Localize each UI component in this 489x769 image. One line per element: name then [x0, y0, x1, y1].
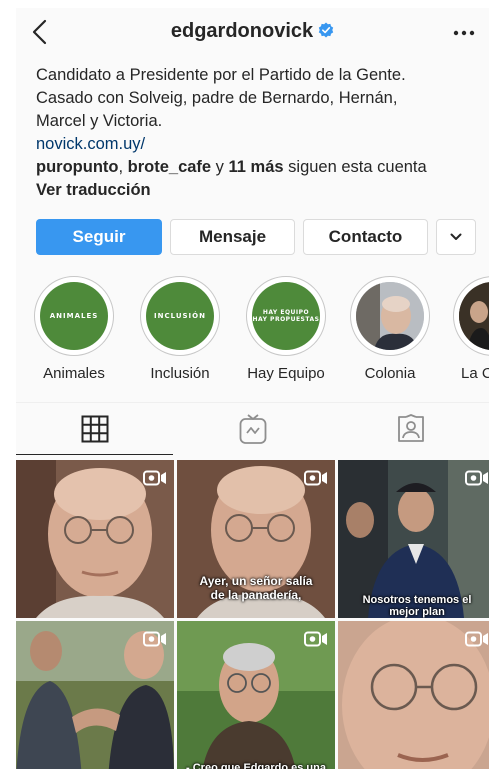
bio-website-link[interactable]: novick.com.uy/ — [36, 133, 481, 156]
highlight-hay-equipo[interactable]: HAY EQUIPO HAY PROPUESTAS Hay Equipo — [244, 276, 328, 382]
follow-button[interactable]: Seguir — [36, 219, 162, 255]
more-dots-icon[interactable] — [453, 20, 475, 46]
highlight-cover-photo — [356, 282, 424, 350]
highlight-la-c[interactable]: La C — [453, 276, 489, 382]
highlight-label: Animales — [43, 365, 105, 382]
highlight-colonia[interactable]: Colonia — [348, 276, 432, 382]
see-translation-label: Ver traducción — [36, 181, 151, 199]
followed-suffix-text: siguen esta cuenta — [283, 158, 427, 176]
profile-screen: edgardonovick Candidato a Presidente por… — [16, 8, 489, 769]
bio-line: Casado con Solveig, padre de Bernardo, H… — [36, 89, 398, 107]
caption-line: Ayer, un señor salía — [199, 574, 313, 588]
username-text: edgardonovick — [170, 20, 314, 42]
post-thumbnail[interactable]: Ayer, un señor salía de la panadería, — [177, 460, 335, 618]
highlight-animales[interactable]: ANIMALES Animales — [32, 276, 116, 382]
video-camera-icon — [304, 631, 327, 647]
caption-line: Nosotros tenemos el — [362, 594, 472, 606]
highlight-label: La C — [461, 365, 489, 382]
verified-badge-icon — [318, 22, 334, 38]
video-camera-icon — [143, 631, 166, 647]
highlight-cover-photo — [459, 282, 489, 350]
video-caption: Nosotros tenemos el mejor plan — [338, 594, 489, 618]
see-translation-link[interactable]: Ver traducción — [36, 179, 481, 202]
highlight-cover: INCLUSIÓN — [146, 282, 214, 350]
highlight-ring — [453, 276, 489, 356]
followed-by-text[interactable]: puropunto, brote_cafe y 11 más siguen es… — [36, 156, 481, 179]
igtv-icon — [239, 414, 266, 444]
video-camera-icon — [465, 470, 488, 486]
profile-username: edgardonovick — [16, 20, 489, 43]
highlight-cover: HAY EQUIPO HAY PROPUESTAS — [252, 282, 320, 350]
profile-actions: Seguir Mensaje Contacto — [36, 219, 481, 255]
cover-text: HAY EQUIPO — [262, 309, 310, 316]
tagged-icon — [397, 414, 424, 442]
chevron-down-icon — [450, 233, 462, 240]
suggestions-button[interactable] — [436, 219, 476, 255]
video-caption: Ayer, un señor salía de la panadería, — [177, 574, 335, 602]
highlight-label: Inclusión — [150, 365, 210, 382]
tab-igtv[interactable] — [174, 403, 331, 455]
caption-line: de la panadería, — [210, 588, 302, 602]
post-thumbnail[interactable]: - Creo que Edgardo es una — [177, 621, 335, 769]
portrait-photo — [356, 282, 424, 350]
post-thumbnail[interactable]: Nosotros tenemos el mejor plan — [338, 460, 489, 618]
follower-name: puropunto — [36, 158, 119, 176]
highlight-cover: ANIMALES — [40, 282, 108, 350]
highlight-inclusion[interactable]: INCLUSIÓN Inclusión — [138, 276, 222, 382]
group-photo — [459, 282, 489, 350]
highlight-label: Colonia — [364, 365, 416, 382]
contact-button[interactable]: Contacto — [303, 219, 428, 255]
highlight-ring: INCLUSIÓN — [140, 276, 220, 356]
top-bar: edgardonovick — [16, 8, 489, 58]
message-button[interactable]: Mensaje — [170, 219, 295, 255]
tab-tagged[interactable] — [332, 403, 489, 455]
video-camera-icon — [143, 470, 166, 486]
highlight-ring: HAY EQUIPO HAY PROPUESTAS — [246, 276, 326, 356]
post-thumbnail[interactable] — [16, 460, 174, 618]
post-thumbnail[interactable] — [16, 621, 174, 769]
grid-icon — [81, 415, 108, 442]
separator-text: , — [118, 158, 128, 176]
bio-line: Candidato a Presidente por el Partido de… — [36, 66, 406, 84]
caption-line: mejor plan — [389, 606, 445, 618]
post-thumbnail[interactable] — [338, 621, 489, 769]
cover-text: ANIMALES — [49, 312, 99, 320]
highlight-label: Hay Equipo — [247, 365, 325, 382]
bio-line: Marcel y Victoria. — [36, 112, 163, 130]
highlight-ring: ANIMALES — [34, 276, 114, 356]
separator-text: y — [211, 158, 229, 176]
cover-text: HAY PROPUESTAS — [252, 316, 320, 323]
profile-bio: Candidato a Presidente por el Partido de… — [36, 64, 481, 202]
video-camera-icon — [465, 631, 488, 647]
profile-tabs — [16, 402, 489, 455]
video-caption: - Creo que Edgardo es una — [186, 762, 326, 769]
followers-count: 11 más — [228, 158, 284, 176]
tab-grid[interactable] — [16, 403, 173, 455]
video-camera-icon — [304, 470, 327, 486]
cover-text: INCLUSIÓN — [154, 312, 206, 320]
follower-name: brote_cafe — [127, 158, 212, 176]
highlight-ring — [350, 276, 430, 356]
